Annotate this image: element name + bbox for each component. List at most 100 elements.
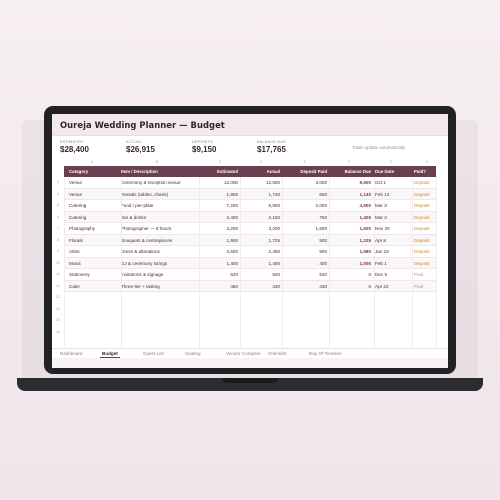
row-number[interactable]: 13 [52, 292, 64, 304]
cell-category[interactable]: Venue [69, 177, 119, 189]
row-number[interactable]: 4 [52, 189, 64, 201]
cell-paid[interactable]: Paid [414, 281, 436, 293]
column-letter[interactable]: B [156, 160, 158, 164]
cell-paid[interactable]: Paid [414, 269, 436, 281]
tab-budget[interactable]: Budget [100, 351, 120, 358]
cell-deposit[interactable]: 750 [282, 212, 327, 224]
cell-paid[interactable]: Deposit [414, 200, 436, 212]
tab-seating[interactable]: Seating [185, 351, 201, 356]
cell-item[interactable]: Bar & drinks [121, 212, 201, 224]
table-row[interactable]: Cake Three-tier + tasting 480 430 430 0 Apr 22… [64, 280, 436, 293]
column-letter[interactable]: E [304, 160, 306, 164]
row-number[interactable]: 6 [52, 212, 64, 224]
cell-deposit[interactable]: 900 [282, 246, 327, 258]
cell-due[interactable]: Oct 1 [375, 177, 411, 189]
table-row[interactable]: Venue Rentals (tables, chairs) 1,800 1,740 6… [64, 188, 436, 201]
cell-category[interactable]: Stationery [69, 269, 119, 281]
header-deposit[interactable]: Deposit Paid [282, 166, 327, 177]
cell-item[interactable]: Food / per-plate [121, 200, 201, 212]
cell-deposit[interactable]: 600 [282, 189, 327, 201]
cell-item[interactable]: Invitations & signage [121, 269, 201, 281]
cell-paid[interactable]: Deposit [414, 177, 436, 189]
row-number[interactable]: 9 [52, 246, 64, 258]
column-letter[interactable]: G [390, 160, 393, 164]
row-number[interactable]: 15 [52, 315, 64, 327]
cell-deposit[interactable]: 540 [282, 269, 327, 281]
table-row[interactable]: Photography Photographer — 8 hours 3,200 3,… [64, 223, 436, 235]
cell-due[interactable]: Mar 3 [375, 200, 411, 212]
cell-balance[interactable]: 0 [329, 281, 371, 293]
cell-item[interactable]: Photographer — 8 hours [121, 223, 201, 235]
cell-due[interactable]: Feb 1 [375, 258, 411, 270]
tab-guest-list[interactable]: Guest List [143, 351, 164, 356]
cell-item[interactable]: Bouquets & centrepieces [121, 235, 201, 247]
cell-estimated[interactable]: 2,400 [199, 212, 239, 224]
cell-item[interactable]: Ceremony & reception venue [121, 177, 201, 189]
cell-balance[interactable]: 1,600 [329, 223, 372, 235]
cell-due[interactable]: Jan 15 [375, 246, 411, 258]
cell-actual[interactable]: 1,740 [241, 189, 281, 201]
table-row[interactable]: Stationery Invitations & signage 620 540 540… [64, 269, 436, 281]
header-actual[interactable]: Actual [241, 166, 280, 177]
table-row[interactable]: Venue Ceremony & reception venue 12,000 12,… [64, 177, 436, 189]
row-number[interactable]: 3 [52, 177, 64, 189]
column-letter[interactable]: C [219, 160, 222, 164]
row-number[interactable]: 5 [52, 200, 64, 212]
cell-category[interactable]: Venue [69, 189, 119, 201]
cell-actual[interactable]: 3,200 [241, 223, 281, 235]
cell-balance[interactable]: 1,140 [329, 189, 372, 201]
row-number[interactable]: 14 [52, 304, 64, 316]
table-row[interactable]: Florals Bouquets & centrepieces 1,900 1,725… [64, 234, 436, 247]
cell-estimated[interactable]: 1,800 [199, 189, 239, 201]
cell-balance[interactable]: 9,500 [329, 177, 372, 189]
cell-balance[interactable]: 4,900 [329, 200, 372, 212]
row-number[interactable]: 16 [52, 327, 64, 339]
column-letter[interactable]: F [348, 160, 350, 164]
cell-category[interactable]: Florals [69, 235, 119, 247]
header-balance[interactable]: Balance Due [329, 166, 371, 177]
cell-actual[interactable]: 540 [241, 269, 280, 281]
cell-actual[interactable]: 12,500 [241, 177, 280, 189]
header-paid[interactable]: Paid? [414, 166, 436, 177]
table-row[interactable]: Catering Bar & drinks 2,400 2,150 750 1,400 Ma… [64, 211, 436, 224]
cell-paid[interactable]: Deposit [414, 189, 436, 201]
cell-actual[interactable]: 1,725 [241, 235, 281, 247]
tab-day-of-timeline[interactable]: Day Of Timeline [309, 351, 342, 356]
row-number[interactable]: 12 [52, 281, 64, 293]
table-row[interactable]: Attire Dress & alterations 2,600 2,480 900 1,… [64, 246, 436, 258]
row-number[interactable]: 8 [52, 235, 64, 247]
cell-balance[interactable]: 1,225 [329, 235, 372, 247]
cell-balance[interactable]: 0 [329, 269, 371, 281]
cell-paid[interactable]: Deposit [414, 212, 436, 224]
cell-item[interactable]: Three-tier + tasting [121, 281, 201, 293]
cell-deposit[interactable]: 430 [282, 281, 327, 293]
cell-deposit[interactable]: 500 [282, 235, 327, 247]
tab-dashboard[interactable]: Dashboard [60, 351, 82, 356]
cell-paid[interactable]: Deposit [414, 246, 436, 258]
cell-estimated[interactable]: 620 [199, 269, 238, 281]
cell-category[interactable]: Attire [69, 246, 119, 258]
cell-deposit[interactable]: 400 [282, 258, 327, 270]
cell-item[interactable]: Rentals (tables, chairs) [121, 189, 201, 201]
cell-due[interactable]: Mar 3 [375, 212, 411, 224]
cell-actual[interactable]: 430 [241, 281, 280, 293]
cell-category[interactable]: Cake [69, 281, 119, 293]
table-row[interactable]: Catering Food / per-plate 7,200 6,900 2,000 4… [64, 200, 436, 212]
cell-estimated[interactable]: 3,200 [199, 223, 239, 235]
cell-actual[interactable]: 6,900 [241, 200, 281, 212]
cell-due[interactable]: Nov 20 [375, 223, 411, 235]
cell-category[interactable]: Music [69, 258, 119, 270]
cell-estimated[interactable]: 12,000 [199, 177, 238, 189]
cell-balance[interactable]: 1,000 [329, 258, 372, 270]
cell-actual[interactable]: 2,480 [241, 246, 281, 258]
cell-estimated[interactable]: 2,600 [199, 246, 239, 258]
cell-deposit[interactable]: 3,000 [282, 177, 328, 189]
cell-balance[interactable]: 1,400 [329, 212, 372, 224]
column-letter[interactable]: A [91, 160, 93, 164]
cell-due[interactable]: Apr 8 [375, 235, 411, 247]
cell-due[interactable]: Apr 22 [375, 281, 411, 293]
row-number[interactable]: 10 [52, 258, 64, 270]
cell-estimated[interactable]: 480 [199, 281, 238, 293]
header-estimated[interactable]: Estimated [199, 166, 238, 177]
cell-paid[interactable]: Deposit [414, 223, 436, 235]
